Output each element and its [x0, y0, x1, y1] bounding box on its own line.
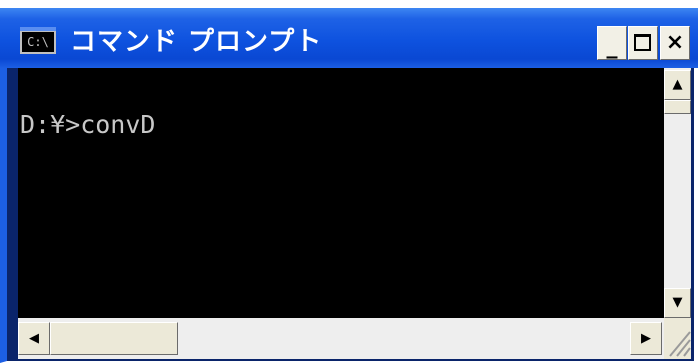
maximize-button[interactable]	[628, 26, 658, 60]
minimize-icon: _	[606, 34, 618, 59]
maximize-icon	[634, 34, 651, 51]
console-icon[interactable]: C:\	[20, 27, 56, 54]
resize-grip[interactable]	[664, 318, 691, 359]
scroll-down-button[interactable]: ▼	[664, 288, 691, 318]
left-arrow-icon: ◀	[29, 331, 39, 346]
vertical-scroll-thumb[interactable]	[664, 100, 691, 114]
right-arrow-icon: ▶	[641, 331, 651, 346]
console-line: D:¥>convD	[20, 110, 156, 139]
scroll-left-button[interactable]: ◀	[18, 322, 50, 355]
up-arrow-icon: ▲	[672, 77, 683, 92]
resize-grip-icon	[669, 331, 691, 357]
horizontal-scroll-thumb[interactable]	[50, 322, 178, 355]
close-icon: ×	[665, 30, 685, 55]
vertical-scrollbar[interactable]: ▲ ▼	[664, 68, 691, 318]
minimize-button[interactable]: _	[597, 26, 627, 60]
title-bar[interactable]: C:\ コマンド プロンプト _ ×	[0, 0, 698, 68]
window-title: コマンド プロンプト	[70, 27, 323, 57]
scroll-up-button[interactable]: ▲	[664, 70, 691, 100]
close-button[interactable]: ×	[660, 26, 690, 60]
horizontal-scrollbar[interactable]: ◀ ▶	[18, 318, 664, 359]
console-output[interactable]: D:¥>convD	[18, 68, 664, 318]
down-arrow-icon: ▼	[672, 295, 683, 310]
scroll-right-button[interactable]: ▶	[630, 322, 662, 355]
